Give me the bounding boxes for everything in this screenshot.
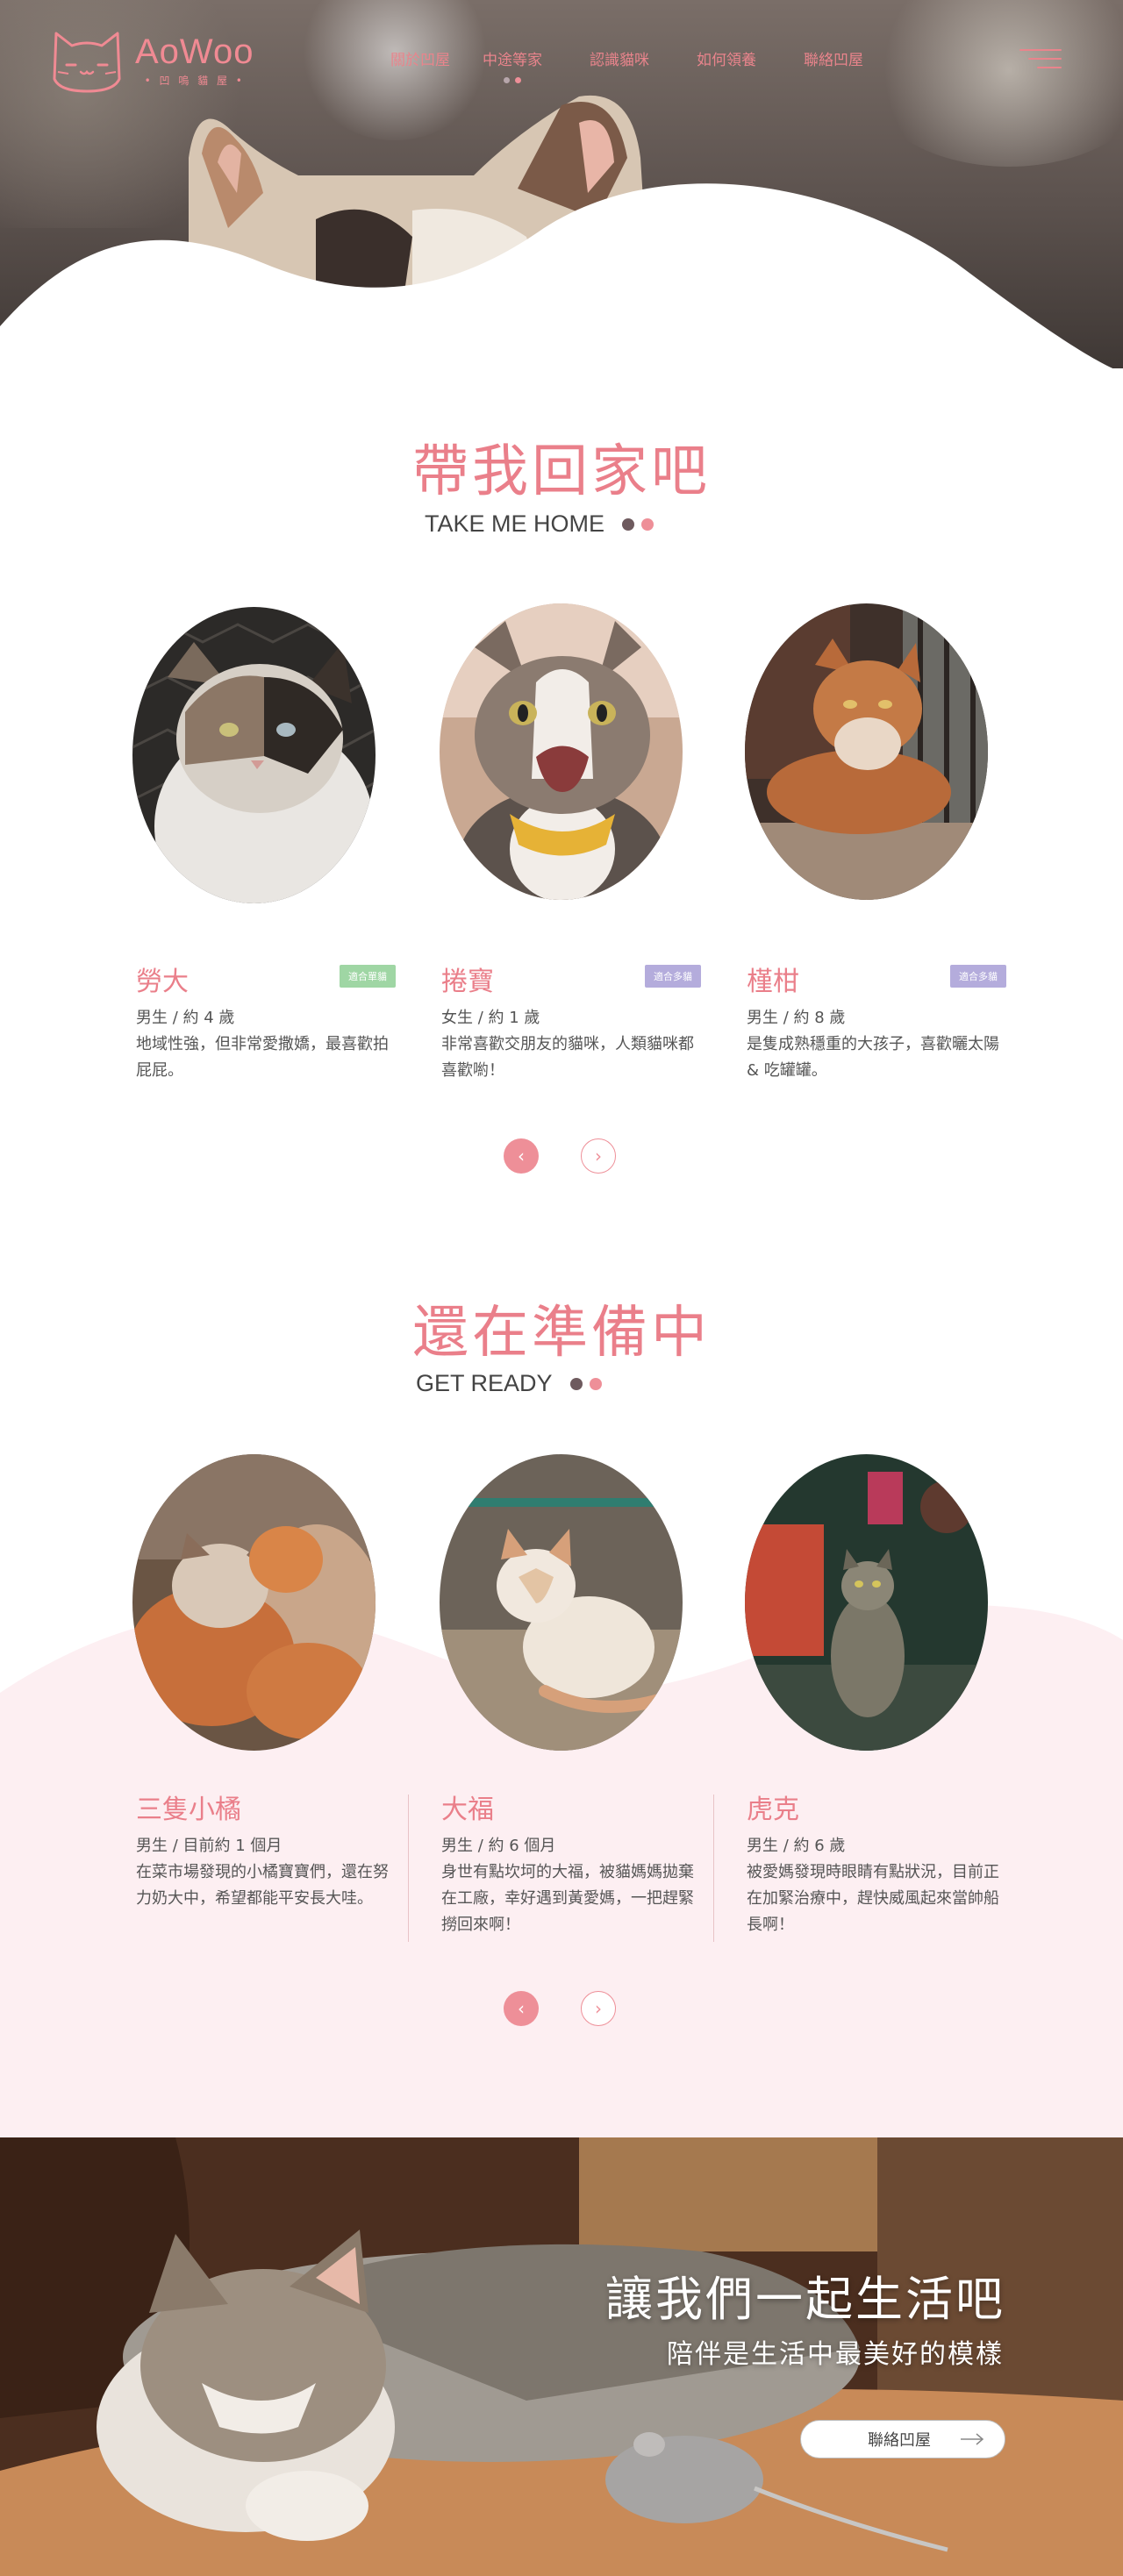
cat-description: 在菜市場發現的小橘寶寶們，還在努力奶大中，希望都能平安長大哇。 (136, 1863, 389, 1908)
cta-banner: 讓我們一起生活吧 陪伴是生活中最美好的模樣 聯絡凹屋 (0, 2137, 1123, 2576)
nav-item-waiting-home[interactable]: 中途等家 (459, 47, 566, 83)
nav-item-label: 中途等家 (483, 52, 542, 69)
cat-description: 被愛媽發現時眼睛有點狀況，目前正在加緊治療中，趕快威風起來當帥船長啊！ (747, 1863, 999, 1934)
hero-banner: AoWoo • 凹 嗚 貓 屋 • 關於凹屋 中途等家 認識貓咪 如何領養 聯絡… (0, 0, 1123, 368)
carousel-controls: ‹ › (504, 1138, 616, 1174)
cat-meta: 男生 / 約 6 個月 (441, 1837, 556, 1855)
divider (713, 1795, 714, 1942)
banner-subtitle: 陪伴是生活中最美好的模樣 (667, 2339, 1004, 2370)
cat-meta: 男生 / 約 6 歲 (747, 1837, 846, 1855)
chevron-left-icon[interactable]: ‹ (504, 1991, 539, 2026)
main-nav: 關於凹屋 中途等家 認識貓咪 如何領養 聯絡凹屋 (390, 47, 887, 83)
cat-description: 身世有點坎坷的大福，被貓媽媽拋棄在工廠，幸好遇到黃愛媽，一把趕緊撈回來啊！ (441, 1863, 694, 1934)
cat-meta: 男生 / 目前約 1 個月 (136, 1837, 283, 1855)
nav-active-indicator (504, 77, 521, 83)
chevron-left-icon[interactable]: ‹ (504, 1138, 539, 1174)
arrow-right-icon (961, 2433, 984, 2445)
cat-description: 是隻成熟穩重的大孩子，喜歡曬太陽 & 吃罐罐。 (747, 1035, 999, 1080)
cat-meta: 女生 / 約 1 歲 (441, 1009, 540, 1027)
section-subtitle-take-me-home: TAKE ME HOME (425, 510, 654, 538)
cat-photo (132, 607, 376, 903)
cat-name: 大福 (441, 1795, 494, 1825)
cat-photo (132, 1454, 376, 1751)
cat-photo (745, 1454, 988, 1751)
contact-button[interactable]: 聯絡凹屋 (800, 2420, 1005, 2458)
cat-description: 地域性強，但非常愛撒嬌，最喜歡拍屁屁。 (136, 1035, 389, 1080)
section-subtitle-text: GET READY (416, 1370, 553, 1396)
hamburger-menu-icon[interactable] (1019, 47, 1062, 70)
carousel-controls: ‹ › (504, 1991, 616, 2026)
section-dots (622, 517, 654, 531)
cat-name: 勞大 (136, 967, 189, 997)
site-logo[interactable]: AoWoo • 凹 嗚 貓 屋 • (51, 26, 254, 95)
cat-photo (440, 1454, 683, 1751)
nav-item-contact[interactable]: 聯絡凹屋 (780, 47, 887, 69)
cat-description: 非常喜歡交朋友的貓咪，人類貓咪都喜歡喲！ (441, 1035, 694, 1080)
contact-button-label: 聯絡凹屋 (868, 2431, 931, 2450)
compat-tag: 適合多貓 (645, 965, 701, 988)
nav-item-how-to-adopt[interactable]: 如何領養 (673, 47, 780, 69)
cat-name: 三隻小橘 (136, 1795, 241, 1825)
cat-name: 槿柑 (747, 967, 799, 997)
section-dots (569, 1377, 602, 1390)
logo-name: AoWoo (135, 32, 254, 71)
chevron-right-icon[interactable]: › (581, 1138, 616, 1174)
section-subtitle-get-ready: GET READY (416, 1370, 602, 1397)
cat-meta: 男生 / 約 4 歲 (136, 1009, 235, 1027)
nav-item-meet-cats[interactable]: 認識貓咪 (566, 47, 673, 69)
divider (408, 1795, 409, 1942)
section-title-take-me-home: 帶我回家吧 (412, 439, 711, 504)
cat-photo (440, 603, 683, 900)
chevron-right-icon[interactable]: › (581, 1991, 616, 2026)
cat-meta: 男生 / 約 8 歲 (747, 1009, 846, 1027)
section-title-get-ready: 還在準備中 (412, 1301, 711, 1366)
banner-title: 讓我們一起生活吧 (605, 2272, 1005, 2327)
section-subtitle-text: TAKE ME HOME (425, 510, 605, 537)
logo-subtitle: • 凹 嗚 貓 屋 • (144, 74, 245, 87)
cat-logo-icon (53, 32, 121, 93)
compat-tag: 適合單貓 (340, 965, 396, 988)
cat-name: 虎克 (747, 1795, 799, 1825)
cat-name: 捲寶 (441, 967, 494, 997)
nav-item-about[interactable]: 關於凹屋 (390, 47, 459, 69)
cat-photo (745, 603, 988, 900)
compat-tag: 適合多貓 (950, 965, 1006, 988)
